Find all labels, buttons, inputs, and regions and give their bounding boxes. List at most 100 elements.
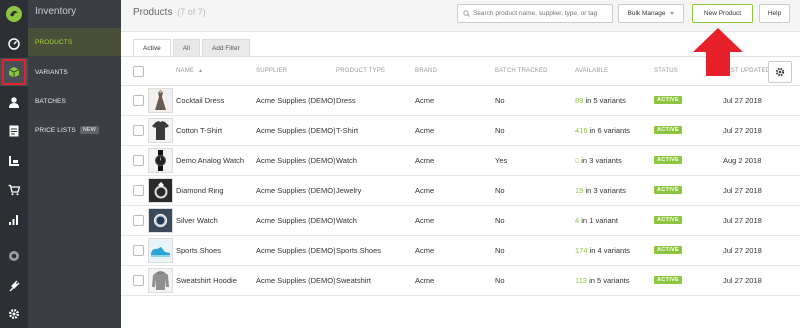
product-name-link[interactable]: Silver Watch xyxy=(176,216,255,225)
product-name-link[interactable]: Demo Analog Watch xyxy=(176,156,255,165)
batch-tracked-cell: No xyxy=(495,96,505,105)
last-updated-cell: Jul 27 2018 xyxy=(723,246,762,255)
product-thumbnail[interactable] xyxy=(148,238,173,263)
variant-count-text: in 5 variants xyxy=(585,96,626,105)
column-brand[interactable]: BRAND xyxy=(415,68,437,74)
select-all-checkbox[interactable] xyxy=(133,66,144,77)
supplier-cell: Acme Supplies (DEMO) xyxy=(256,246,335,255)
product-thumbnail[interactable] xyxy=(148,208,173,233)
status-badge: ACTIVE xyxy=(654,126,682,134)
last-updated-cell: Jul 27 2018 xyxy=(723,276,762,285)
supplier-cell: Acme Supplies (DEMO) xyxy=(256,186,335,195)
page-title: Products (7 of 7) xyxy=(133,7,206,18)
status-badge: ACTIVE xyxy=(654,246,682,254)
brand-cell: Acme xyxy=(415,186,435,195)
nav-item-label: BATCHES xyxy=(35,97,66,105)
new-product-button[interactable]: New Product xyxy=(692,4,753,23)
inventory-nav: Inventory PRODUCTS VARIANTS BATCHES PRIC… xyxy=(28,0,121,328)
tab-active[interactable]: Active xyxy=(133,39,171,57)
column-product-type[interactable]: PRODUCT TYPE xyxy=(336,68,385,74)
nav-item-variants[interactable]: VARIANTS xyxy=(28,58,121,86)
column-name[interactable]: NAME ▲ xyxy=(176,68,203,74)
search-icon xyxy=(463,10,470,17)
nav-item-products[interactable]: PRODUCTS xyxy=(28,28,121,56)
dashboard-icon[interactable] xyxy=(0,30,28,58)
product-name-link[interactable]: Diamond Ring xyxy=(176,186,255,195)
available-cell: 89 in 5 variants xyxy=(575,96,626,105)
nav-item-batches[interactable]: BATCHES xyxy=(28,87,121,115)
product-type-cell: Sports Shoes xyxy=(336,246,382,255)
status-badge: ACTIVE xyxy=(654,156,682,164)
logo-icon[interactable] xyxy=(0,0,28,28)
available-count: 0 xyxy=(575,156,580,165)
brand-cell: Acme xyxy=(415,96,435,105)
brand-cell: Acme xyxy=(415,156,435,165)
add-filter-button[interactable]: Add Filter xyxy=(201,39,250,57)
table-row[interactable]: Diamond Ring Acme Supplies (DEMO) Jewelry A… xyxy=(121,176,800,206)
column-available[interactable]: AVAILABLE xyxy=(575,68,608,74)
product-name-link[interactable]: Cotton T-Shirt xyxy=(176,126,255,135)
nav-item-label: PRODUCTS xyxy=(35,38,73,46)
column-settings-button[interactable] xyxy=(768,61,792,83)
product-type-cell: T-Shirt xyxy=(336,126,359,135)
product-thumbnail[interactable] xyxy=(148,148,173,173)
nav-item-label: VARIANTS xyxy=(35,68,68,76)
search-input[interactable] xyxy=(472,10,612,17)
table-row[interactable]: Cocktail Dress Acme Supplies (DEMO) Dress A… xyxy=(121,86,800,116)
available-cell: 0 in 3 variants xyxy=(575,156,622,165)
row-checkbox[interactable] xyxy=(133,215,144,226)
last-updated-cell: Jul 27 2018 xyxy=(723,216,762,225)
production-icon[interactable] xyxy=(0,147,28,175)
product-thumbnail[interactable] xyxy=(148,268,173,293)
last-updated-cell: Aug 2 2018 xyxy=(723,156,762,165)
table-row[interactable]: Sweatshirt Hoodie Acme Supplies (DEMO) Swe… xyxy=(121,266,800,296)
table-row[interactable]: Sports Shoes Acme Supplies (DEMO) Sports S… xyxy=(121,236,800,266)
row-checkbox[interactable] xyxy=(133,95,144,106)
document-icon[interactable] xyxy=(0,117,28,145)
table-row[interactable]: Silver Watch Acme Supplies (DEMO) Watch Acm… xyxy=(121,206,800,236)
product-name-link[interactable]: Sweatshirt Hoodie xyxy=(176,276,255,285)
cart-icon[interactable] xyxy=(0,176,28,204)
gear-icon[interactable] xyxy=(0,300,28,328)
product-type-cell: Watch xyxy=(336,156,357,165)
row-checkbox[interactable] xyxy=(133,155,144,166)
column-status[interactable]: STATUS xyxy=(654,68,678,74)
user-icon[interactable] xyxy=(0,88,28,116)
row-checkbox[interactable] xyxy=(133,185,144,196)
available-count: 4 xyxy=(575,216,580,225)
product-name-link[interactable]: Sports Shoes xyxy=(176,246,255,255)
table-row[interactable]: Cotton T-Shirt Acme Supplies (DEMO) T-Shir… xyxy=(121,116,800,146)
tab-all[interactable]: All xyxy=(172,39,200,57)
plugin-icon[interactable] xyxy=(0,272,28,300)
row-checkbox[interactable] xyxy=(133,275,144,286)
column-supplier[interactable]: SUPPLIER xyxy=(256,68,287,74)
nav-item-price-lists[interactable]: PRICE LISTS NEW xyxy=(28,116,121,144)
variant-count-text: in 5 variants xyxy=(589,276,630,285)
row-checkbox[interactable] xyxy=(133,125,144,136)
sort-indicator: ▲ xyxy=(198,68,204,74)
brand-cell: Acme xyxy=(415,246,435,255)
row-checkbox[interactable] xyxy=(133,245,144,256)
column-batch-tracked[interactable]: BATCH TRACKED xyxy=(495,68,548,74)
section-title: Inventory xyxy=(35,6,77,17)
help-button[interactable]: Help xyxy=(759,4,790,23)
annotation-arrow-icon xyxy=(693,28,743,76)
supplier-cell: Acme Supplies (DEMO) xyxy=(256,216,335,225)
product-type-cell: Jewelry xyxy=(336,186,362,195)
product-thumbnail[interactable] xyxy=(148,88,173,113)
status-badge: ACTIVE xyxy=(654,216,682,224)
variant-count-text: in 4 variants xyxy=(589,246,631,255)
batch-tracked-cell: No xyxy=(495,246,505,255)
chart-icon[interactable] xyxy=(0,206,28,234)
record-icon[interactable] xyxy=(0,242,28,270)
product-name-link[interactable]: Cocktail Dress xyxy=(176,96,255,105)
bulk-manage-button[interactable]: Bulk Manage xyxy=(618,4,684,23)
inventory-box-icon[interactable] xyxy=(0,58,28,86)
product-thumbnail[interactable] xyxy=(148,118,173,143)
product-thumbnail[interactable] xyxy=(148,178,173,203)
table-row[interactable]: Demo Analog Watch Acme Supplies (DEMO) Wat… xyxy=(121,146,800,176)
variant-count-text: in 3 variants xyxy=(581,156,622,165)
search-box[interactable] xyxy=(457,4,613,23)
status-badge: ACTIVE xyxy=(654,96,682,104)
available-cell: 174 in 4 variants xyxy=(575,246,630,255)
